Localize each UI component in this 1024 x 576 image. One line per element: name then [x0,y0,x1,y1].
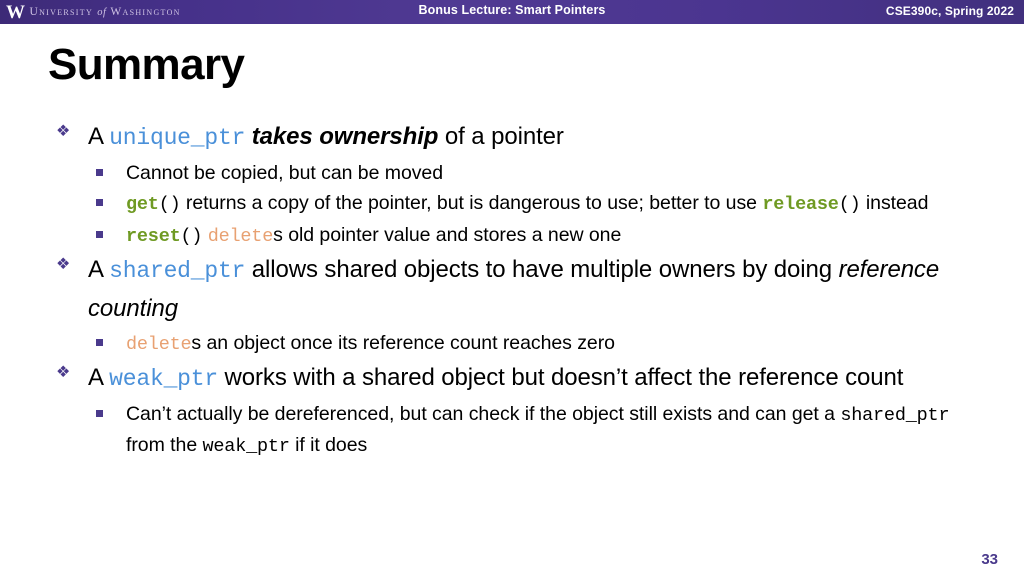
square-bullet-icon [96,168,103,176]
bullet-weak-ptr: ❖ A weak_ptr works with a shared object b… [48,359,988,398]
code-shared-ptr: shared_ptr [840,404,950,426]
sub-bullet-deref-check: Can’t actually be dereferenced, but can … [48,399,988,461]
bullet-shared-ptr: ❖ A shared_ptr allows shared objects to h… [48,251,988,327]
code-get-parens: () [158,194,181,216]
slide-header-bar: W University of Washington Bonus Lecture… [0,0,1024,24]
sub-bullet-copy-move: Cannot be copied, but can be moved [48,158,988,189]
square-bullet-icon [96,199,103,207]
code-weak-ptr: weak_ptr [202,435,290,457]
sub-bullet-delete-refcount: deletes an object once its reference cou… [48,328,988,359]
sub-bullet-text-c: if it does [289,433,368,456]
diamond-bullet-icon: ❖ [56,255,71,273]
bullet-text-b: works with a shared object but doesn’t a… [217,363,904,391]
lecture-title: Bonus Lecture: Smart Pointers [418,3,606,17]
code-reset-parens: () [180,225,203,247]
sub-bullet-text: s old pointer value and stores a new one [273,223,622,246]
code-weak-ptr: weak_ptr [109,365,218,392]
course-term-label: CSE390c, Spring 2022 [885,4,1014,18]
bullet-text-a: A [88,123,110,150]
sub-bullet-text-a: Can’t actually be dereferenced, but can … [126,402,841,425]
code-unique-ptr: unique_ptr [109,125,246,151]
sub-bullet-text: Cannot be copied, but can be moved [126,161,444,184]
sub-bullet-text-b: from the [126,433,203,456]
code-shared-ptr: shared_ptr [109,257,246,284]
bullet-unique-ptr: ❖ A unique_ptr takes ownership of a point… [48,118,988,157]
sub-bullet-text-a: returns a copy of the pointer, but is da… [180,192,763,215]
bullet-text-b: of a pointer [438,123,564,150]
code-release: release [762,194,839,216]
square-bullet-icon [96,338,103,346]
bullet-text-a: A [88,363,110,391]
sub-bullet-text: s an object once its reference count rea… [191,331,615,354]
slide-page-number: 33 [981,551,998,568]
sub-bullet-get-release: get() returns a copy of the pointer, but… [48,188,988,219]
page-title: Summary [48,40,245,89]
square-bullet-icon [96,230,103,238]
bullet-space [245,123,252,150]
code-reset: reset [126,225,181,247]
code-release-parens: () [838,194,861,216]
code-delete: delete [126,333,192,355]
diamond-bullet-icon: ❖ [56,363,71,381]
code-get: get [126,194,159,216]
slide-body: ❖ A unique_ptr takes ownership of a point… [48,118,988,461]
diamond-bullet-icon: ❖ [56,123,71,140]
code-delete: delete [207,225,274,247]
sub-bullet-text-b: instead [860,192,929,215]
bullet-text-a: A [88,255,110,283]
square-bullet-icon [96,409,103,417]
sub-bullet-reset: reset() deletes old pointer value and st… [48,220,988,251]
bullet-text-b: allows shared objects to have multiple o… [245,255,839,283]
emphasis-takes-ownership: takes ownership [251,123,439,150]
